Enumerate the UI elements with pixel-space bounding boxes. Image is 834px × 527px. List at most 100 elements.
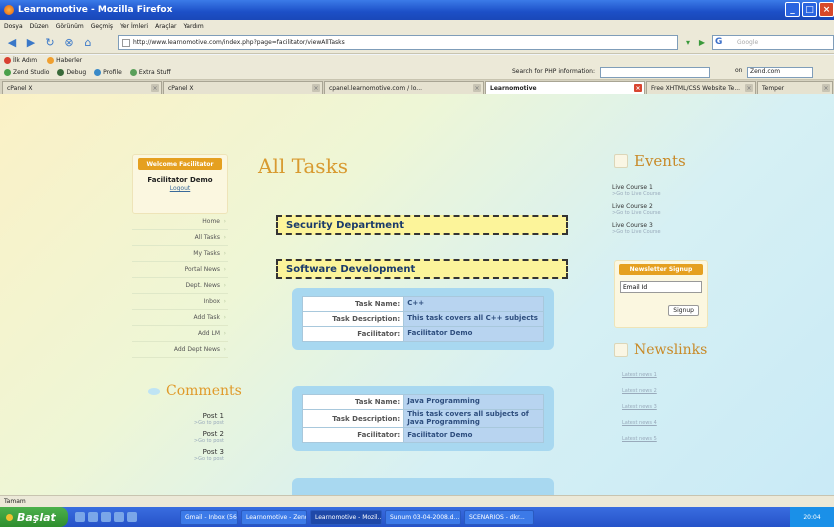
reload-icon[interactable]: ↻: [42, 35, 58, 51]
news-icon: [614, 343, 628, 357]
close-tab-icon[interactable]: ×: [473, 84, 481, 92]
status-bar: Tamam: [0, 495, 834, 507]
stop-icon[interactable]: ⊗: [61, 35, 77, 51]
taskbar-item[interactable]: Sunum 03-04-2008.d...: [385, 509, 461, 525]
comment-post: Post 3 >Go to post: [193, 448, 224, 462]
quick-launch-icon[interactable]: [127, 512, 137, 522]
bookmark-news[interactable]: Haberler: [47, 57, 82, 64]
task-name: Java Programming: [403, 394, 544, 410]
sidebar-item-add-task[interactable]: Add Task: [132, 310, 228, 326]
windows-taskbar: Başlat Gmail - Inbox (567)... Learnomoti…: [0, 507, 834, 527]
newslinks-heading: Newslinks: [614, 342, 707, 358]
signup-button[interactable]: Signup: [668, 305, 699, 316]
news-link[interactable]: Latest news 1: [622, 372, 657, 378]
back-icon[interactable]: ◀: [4, 35, 20, 51]
taskbar-item[interactable]: Gmail - Inbox (567)...: [180, 509, 238, 525]
dropdown-icon[interactable]: ▾: [682, 36, 694, 48]
sidebar-item-all-tasks[interactable]: All Tasks: [132, 230, 228, 246]
quick-launch-icon[interactable]: [75, 512, 85, 522]
menu-bar: Dosya Düzen Görünüm Geçmiş Yer İmleri Ar…: [0, 20, 834, 32]
close-tab-icon[interactable]: ×: [634, 84, 642, 92]
php-search-input[interactable]: [600, 67, 710, 78]
welcome-box: Welcome Facilitator Facilitator Demo Log…: [132, 154, 228, 214]
maximize-button[interactable]: □: [802, 2, 817, 17]
extra-stuff-button[interactable]: Extra Stuff: [129, 69, 171, 76]
sidebar-item-home[interactable]: Home: [132, 214, 228, 230]
tab-cpanel-2[interactable]: cPanel X ×: [163, 81, 323, 94]
menu-history[interactable]: Geçmiş: [91, 23, 113, 30]
quick-launch-icon[interactable]: [88, 512, 98, 522]
menu-edit[interactable]: Düzen: [30, 23, 49, 30]
zend-icon: [4, 69, 11, 76]
profile-button[interactable]: Profile: [94, 69, 122, 76]
close-tab-icon[interactable]: ×: [822, 84, 830, 92]
sidebar-nav: Home All Tasks My Tasks Portal News Dept…: [132, 214, 228, 358]
sidebar-item-add-lm[interactable]: Add LM: [132, 326, 228, 342]
department-software[interactable]: Software Development: [276, 259, 568, 279]
menu-bookmarks[interactable]: Yer İmleri: [120, 23, 148, 30]
minimize-button[interactable]: _: [785, 2, 800, 17]
task-table: Task Name: Java Programming Task Descript…: [301, 394, 544, 444]
logout-link[interactable]: Logout: [133, 185, 227, 192]
sidebar-item-add-dept-news[interactable]: Add Dept News: [132, 342, 228, 358]
news-link[interactable]: Latest news 2: [622, 388, 657, 394]
close-tab-icon[interactable]: ×: [151, 84, 159, 92]
go-icon[interactable]: ▶: [696, 36, 708, 48]
search-bar[interactable]: G Google: [712, 35, 834, 50]
task-card: Task Name: C++ Task Description: This task…: [292, 288, 554, 350]
close-tab-icon[interactable]: ×: [745, 84, 753, 92]
windows-flag-icon: [6, 513, 13, 521]
page-favicon: [122, 39, 130, 47]
sidebar-item-portal-news[interactable]: Portal News: [132, 262, 228, 278]
close-tab-icon[interactable]: ×: [312, 84, 320, 92]
tab-cpanel-1[interactable]: cPanel X ×: [2, 81, 162, 94]
news-link[interactable]: Latest news 3: [622, 404, 657, 410]
quick-launch-icon[interactable]: [114, 512, 124, 522]
taskbar-item[interactable]: SCENARIOS - dkr...: [464, 509, 534, 525]
menu-view[interactable]: Görünüm: [56, 23, 84, 30]
address-url: http://www.learnomotive.com/index.php?pa…: [133, 39, 345, 46]
home-icon[interactable]: ⌂: [80, 35, 96, 51]
navigation-toolbar: ◀ ▶ ↻ ⊗ ⌂ http://www.learnomotive.com/in…: [0, 32, 834, 54]
close-button[interactable]: ×: [819, 2, 834, 17]
sidebar-item-dept-news[interactable]: Dept. News: [132, 278, 228, 294]
news-link[interactable]: Latest news 4: [622, 420, 657, 426]
comments-heading: Comments: [148, 383, 242, 399]
comment-post: Post 1 >Go to post: [193, 412, 224, 426]
department-security[interactable]: Security Department: [276, 215, 568, 235]
event-item: Live Course 2 >Go to Live Course: [612, 203, 661, 216]
search-placeholder: Google: [737, 39, 759, 46]
taskbar-item[interactable]: Learnomotive - Mozil...: [310, 509, 382, 525]
google-icon: G: [715, 37, 723, 47]
address-bar[interactable]: http://www.learnomotive.com/index.php?pa…: [118, 35, 678, 50]
task-facilitator: Facilitator Demo: [403, 326, 544, 342]
comment-post: Post 2 >Go to post: [193, 430, 224, 444]
comments-list: Post 1 >Go to post Post 2 >Go to post Post…: [132, 412, 228, 466]
menu-tools[interactable]: Araçlar: [155, 23, 176, 30]
newsletter-header: Newsletter Signup: [619, 264, 703, 275]
event-item: Live Course 1 >Go to Live Course: [612, 184, 661, 197]
quick-launch-icon[interactable]: [101, 512, 111, 522]
menu-file[interactable]: Dosya: [4, 23, 23, 30]
sidebar-item-my-tasks[interactable]: My Tasks: [132, 246, 228, 262]
email-field[interactable]: [620, 281, 702, 293]
tab-phpmyadmin[interactable]: cpanel.learnomotive.com / lo... ×: [324, 81, 484, 94]
task-name: C++: [403, 296, 544, 312]
tab-learnomotive[interactable]: Learnomotive ×: [485, 81, 645, 94]
menu-help[interactable]: Yardım: [183, 23, 203, 30]
bookmark-first-step[interactable]: İlk Adım: [4, 57, 37, 64]
zend-studio-button[interactable]: Zend Studio: [4, 69, 49, 76]
tab-bar: cPanel X × cPanel X × cpanel.learnomotive.…: [0, 80, 834, 94]
zend-site-select[interactable]: Zend.com: [747, 67, 813, 78]
tab-temper[interactable]: Temper ×: [757, 81, 833, 94]
events-list: Live Course 1 >Go to Live Course Live Cou…: [612, 184, 712, 241]
tab-free-templates[interactable]: Free XHTML/CSS Website Te... ×: [646, 81, 756, 94]
news-link[interactable]: Latest news 5: [622, 436, 657, 442]
debug-button[interactable]: Debug: [57, 69, 86, 76]
taskbar-item[interactable]: Learnomotive - Zend...: [241, 509, 307, 525]
start-button[interactable]: Başlat: [0, 507, 68, 527]
window-title: Learnomotive - Mozilla Firefox: [18, 5, 173, 15]
sidebar-item-inbox[interactable]: Inbox: [132, 294, 228, 310]
forward-icon[interactable]: ▶: [23, 35, 39, 51]
welcome-header: Welcome Facilitator: [138, 158, 222, 170]
